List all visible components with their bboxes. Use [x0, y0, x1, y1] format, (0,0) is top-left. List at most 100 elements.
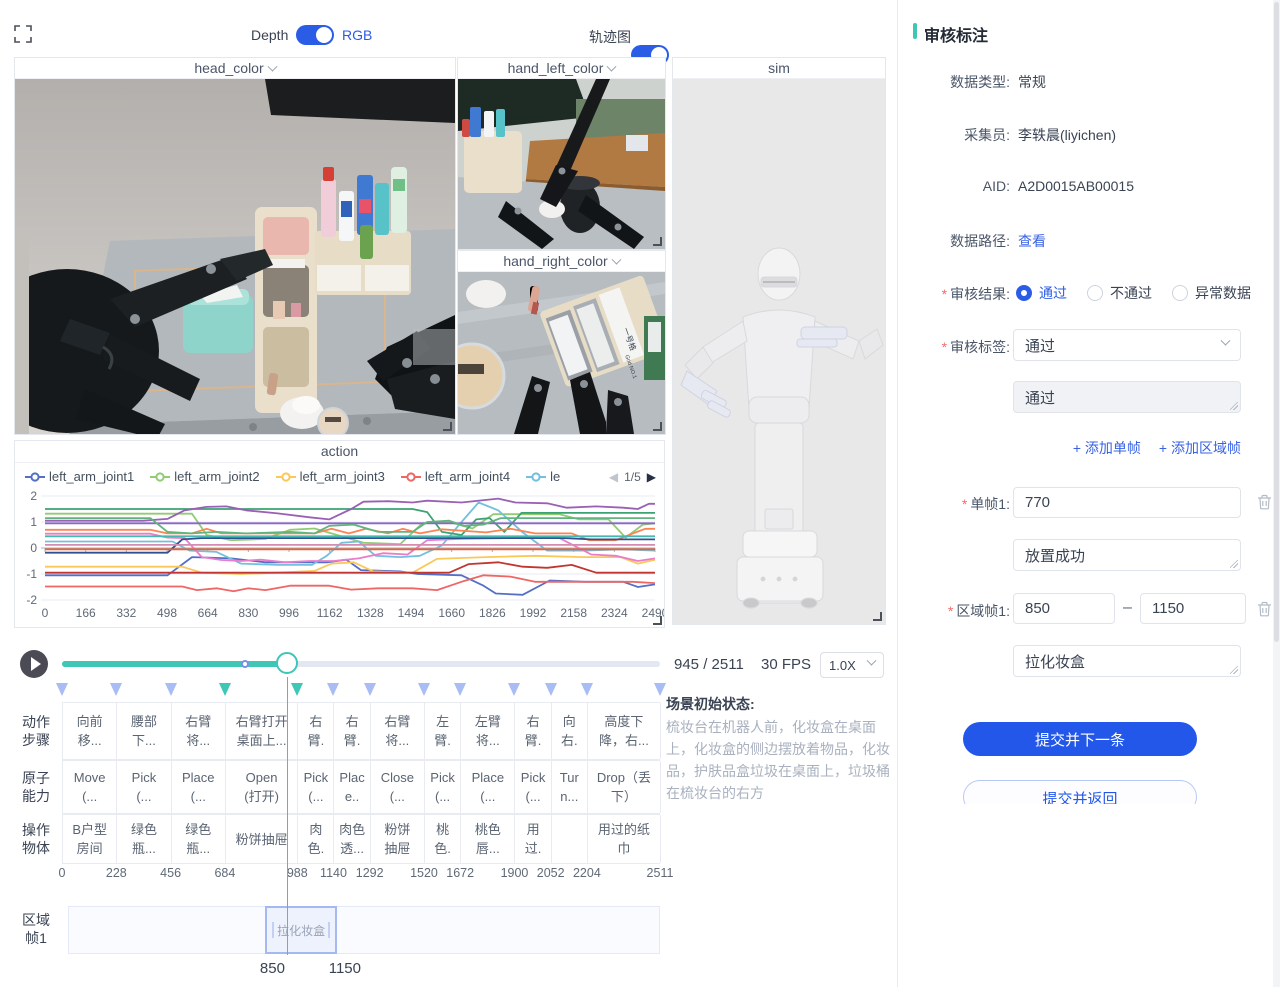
resize-corner-icon[interactable]: [653, 422, 662, 431]
legend-prev-icon[interactable]: ◀: [609, 471, 618, 483]
segment-cell-ability[interactable]: Pick (...: [117, 761, 171, 813]
boundary-marker-icon[interactable]: [654, 683, 666, 696]
resize-corner-icon[interactable]: [443, 422, 452, 431]
review-tag-note-textarea[interactable]: 通过: [1013, 381, 1241, 413]
segment-cell-object[interactable]: 桃 色.: [425, 815, 461, 863]
boundary-marker-icon[interactable]: [165, 683, 177, 696]
segment-cell-object[interactable]: 绿色 瓶...: [117, 815, 171, 863]
resize-grip-icon[interactable]: [1230, 402, 1238, 410]
boundary-marker-icon[interactable]: [545, 683, 557, 696]
segment-cell-step[interactable]: 右臂 将...: [172, 703, 226, 759]
segment-cell-step[interactable]: 向 右.: [552, 703, 588, 759]
segment-cell-object[interactable]: 肉 色.: [298, 815, 334, 863]
boundary-marker-icon[interactable]: [327, 683, 339, 696]
review-result-radio-2[interactable]: 异常数据: [1172, 283, 1251, 303]
chevron-down-icon: [607, 62, 617, 72]
chart-legend: left_arm_joint1 left_arm_joint2 left_arm_j…: [15, 463, 664, 486]
legend-item[interactable]: le: [526, 469, 560, 484]
legend-item[interactable]: left_arm_joint4: [401, 469, 510, 484]
segment-cell-ability[interactable]: Pick (...: [298, 761, 334, 813]
boundary-marker-icon[interactable]: [219, 683, 231, 696]
segment-cell-object[interactable]: 绿色 瓶...: [172, 815, 226, 863]
submit-next-button[interactable]: 提交并下一条: [963, 722, 1197, 756]
legend-item[interactable]: left_arm_joint3: [276, 469, 385, 484]
segment-cell-ability[interactable]: Place (...: [172, 761, 226, 813]
region-frame-segment[interactable]: 拉化妆盒: [265, 906, 336, 954]
resize-grip-icon[interactable]: [1230, 560, 1238, 568]
review-tag-select[interactable]: 通过: [1013, 329, 1241, 361]
legend-item[interactable]: left_arm_joint2: [150, 469, 259, 484]
segment-cell-step[interactable]: 高度下 降，右...: [588, 703, 661, 759]
y-tick-label: 0: [30, 541, 37, 555]
segment-cell-object[interactable]: 用过的纸 巾: [588, 815, 661, 863]
hand-right-title-bar[interactable]: hand_right_color: [458, 251, 665, 272]
region-note-textarea[interactable]: 拉化妆盒: [1013, 645, 1241, 677]
single-frame-note-textarea[interactable]: 放置成功: [1013, 539, 1241, 571]
resize-corner-icon[interactable]: [873, 612, 882, 621]
speed-select[interactable]: 1.0X: [820, 652, 884, 678]
segment-cell-ability[interactable]: Place (...: [461, 761, 515, 813]
segment-cell-ability[interactable]: Drop（丢 下）: [588, 761, 661, 813]
data-path-link[interactable]: 查看: [1018, 231, 1046, 251]
segment-cell-step[interactable]: 右 臂.: [515, 703, 551, 759]
delete-single-frame-icon[interactable]: [1257, 494, 1272, 510]
segment-cell-step[interactable]: 右臂 将...: [371, 703, 425, 759]
boundary-marker-icon[interactable]: [418, 683, 430, 696]
scrollbar-track[interactable]: [1273, 0, 1280, 987]
review-result-radio-0[interactable]: 通过: [1016, 283, 1067, 303]
segment-cell-object[interactable]: 肉色 透...: [334, 815, 370, 863]
boundary-marker-icon[interactable]: [581, 683, 593, 696]
depth-rgb-toggle[interactable]: [296, 25, 334, 45]
segment-cell-step[interactable]: 右 臂.: [334, 703, 370, 759]
segment-right-handle[interactable]: [328, 922, 330, 938]
boundary-marker-icon[interactable]: [110, 683, 122, 696]
submit-back-button[interactable]: 提交并返回: [963, 780, 1197, 804]
segment-cell-ability[interactable]: Move (...: [63, 761, 117, 813]
segment-cell-step[interactable]: 腰部 下...: [117, 703, 171, 759]
review-result-radio-1[interactable]: 不通过: [1087, 283, 1152, 303]
segment-cell-ability[interactable]: Pick (...: [515, 761, 551, 813]
hand-left-title-bar[interactable]: hand_left_color: [458, 58, 665, 79]
segment-cell-object[interactable]: B户型 房间: [63, 815, 117, 863]
segment-cell-ability[interactable]: Tur n...: [552, 761, 588, 813]
resize-grip-icon[interactable]: [1230, 666, 1238, 674]
segment-cell-object[interactable]: 粉饼 抽屉: [371, 815, 425, 863]
segment-left-handle[interactable]: [272, 922, 274, 938]
legend-item[interactable]: left_arm_joint1: [25, 469, 134, 484]
boundary-marker-icon[interactable]: [454, 683, 466, 696]
add-region-frame-link[interactable]: + 添加区域帧: [1159, 438, 1241, 458]
resize-corner-icon[interactable]: [653, 237, 662, 246]
segment-cell-object[interactable]: 用 过.: [515, 815, 551, 863]
region-frame-track[interactable]: 拉化妆盒: [68, 906, 660, 954]
segment-cell-step[interactable]: 左 臂.: [425, 703, 461, 759]
segment-cell-object[interactable]: 桃色 唇...: [461, 815, 515, 863]
boundary-marker-icon[interactable]: [56, 683, 68, 696]
segment-cell-ability[interactable]: Pick (...: [425, 761, 461, 813]
single-frame-label: *单帧1:: [905, 494, 1010, 514]
scrollbar-thumb[interactable]: [1274, 2, 1279, 642]
boundary-marker-icon[interactable]: [364, 683, 376, 696]
add-single-frame-link[interactable]: + 添加单帧: [1073, 438, 1141, 458]
fullscreen-icon[interactable]: [14, 25, 32, 43]
resize-corner-icon[interactable]: [653, 616, 662, 625]
segment-cell-step[interactable]: 向前 移...: [63, 703, 117, 759]
row-label-ability: 原子 能力: [14, 769, 58, 805]
play-button[interactable]: [20, 650, 48, 678]
segment-cell-ability[interactable]: Close (...: [371, 761, 425, 813]
region-end-input[interactable]: 1150: [1140, 593, 1246, 624]
delete-region-frame-icon[interactable]: [1257, 601, 1272, 617]
boundary-marker-icon[interactable]: [508, 683, 520, 696]
head-camera-title-bar[interactable]: head_color: [15, 58, 455, 79]
region-start-input[interactable]: 850: [1013, 593, 1115, 624]
single-frame-input[interactable]: 770: [1013, 487, 1241, 518]
sim-title-bar[interactable]: sim: [673, 58, 885, 79]
legend-next-icon[interactable]: ▶: [647, 471, 656, 483]
segment-cell-object[interactable]: [552, 815, 588, 863]
segment-cell-step[interactable]: 左臂 将...: [461, 703, 515, 759]
slider-handle[interactable]: [276, 652, 298, 674]
segment-cell-step[interactable]: 右 臂.: [298, 703, 334, 759]
chevron-down-icon: [1221, 336, 1231, 346]
boundary-marker-icon[interactable]: [291, 683, 303, 696]
segment-cell-ability[interactable]: Plac e..: [334, 761, 370, 813]
playback-slider[interactable]: [62, 661, 660, 667]
